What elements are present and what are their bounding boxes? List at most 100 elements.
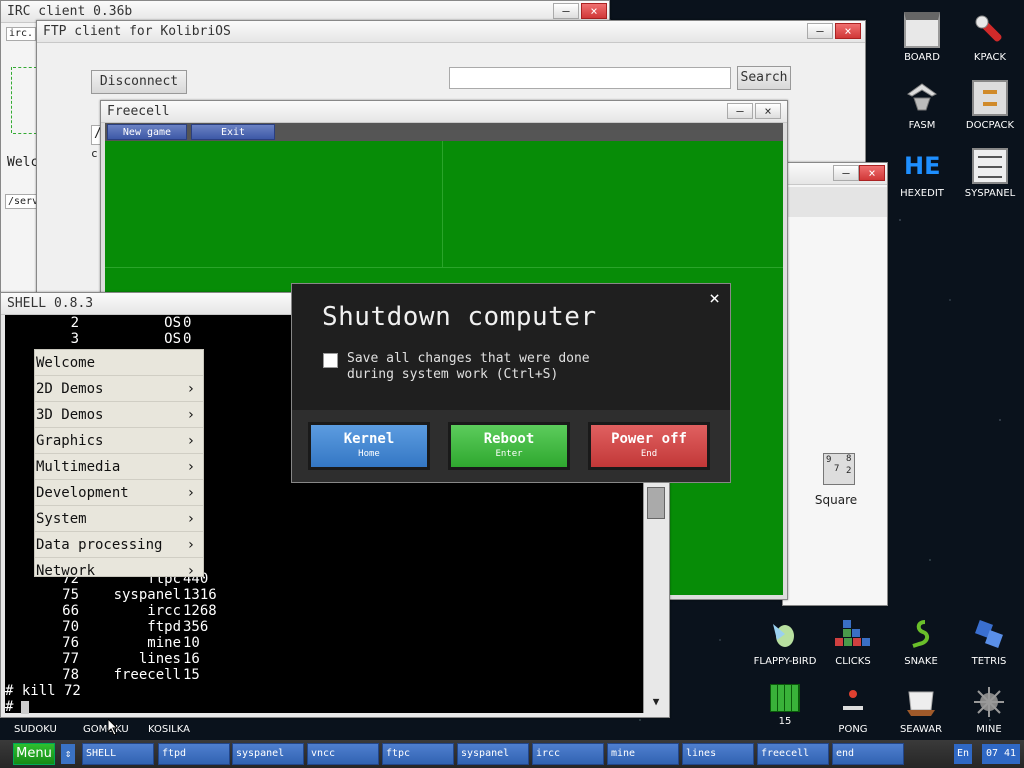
tetris-icon [971, 616, 1007, 652]
desktop-icon-tetris[interactable]: TETRIS [955, 616, 1023, 667]
fifteen-puzzle-icon [770, 684, 800, 712]
desktop-icon-flappy-bird[interactable]: FLAPPY-BIRD [751, 616, 819, 667]
minimize-button[interactable]: ‒ [553, 3, 579, 19]
desktop-icon-15[interactable]: 15 [751, 684, 819, 727]
desktop-icon-pong[interactable]: PONG [819, 684, 887, 735]
process-row: 70 ftpd 356 [62, 619, 209, 635]
clicks-icon [835, 616, 871, 652]
shell-title: SHELL 0.8.3 [7, 296, 94, 311]
save-changes-checkbox[interactable] [323, 353, 338, 368]
close-icon[interactable]: × [709, 288, 720, 309]
ftp-search-input[interactable] [449, 67, 731, 89]
chevron-right-icon: › [186, 537, 195, 553]
desktop-icon-gomoku[interactable]: GOMOKU [83, 724, 129, 735]
shutdown-dialog[interactable]: Shutdown computer × Save all changes tha… [291, 283, 731, 483]
reboot-button[interactable]: Reboot Enter [448, 422, 570, 470]
power-off-label: Power off [611, 431, 687, 447]
desktop-icon-board[interactable]: BOARD [888, 12, 956, 63]
taskbar-item-freecell[interactable]: freecell [757, 743, 829, 765]
minimize-button[interactable]: ‒ [807, 23, 833, 39]
chevron-right-icon: › [186, 381, 195, 397]
desktop-icon-mine[interactable]: MINE [955, 684, 1023, 735]
close-button[interactable]: × [835, 23, 861, 39]
kernel-label: Kernel [343, 431, 395, 447]
dialog-buttons: Kernel Home Reboot Enter Power off End [292, 410, 730, 482]
save-changes-label[interactable]: Save all changes that were done during s… [347, 351, 590, 383]
menu-item-3d-demos[interactable]: 3D Demos › [35, 402, 203, 428]
command-line: # kill 72 [5, 683, 81, 699]
scroll-down-icon[interactable]: ▼ [647, 693, 665, 711]
process-row: 3 OS 0 [70, 331, 192, 347]
menu-item-system[interactable]: System › [35, 506, 203, 532]
taskbar-item-mine[interactable]: mine [607, 743, 679, 765]
desktop-icon-sudoku[interactable]: SUDOKU [14, 724, 57, 735]
freecell-menubar: New game Exit [105, 123, 783, 141]
chevron-right-icon: › [186, 563, 195, 579]
scroll-thumb[interactable] [647, 487, 665, 519]
menu-button[interactable]: Menu [13, 743, 55, 765]
irc-title: IRC client 0.36b [7, 4, 133, 19]
language-indicator[interactable]: En [954, 744, 972, 764]
taskbar-item-end[interactable]: end [832, 743, 904, 765]
irc-dashed-line [13, 67, 37, 68]
desktop-icon-hexedit[interactable]: HE HEXEDIT [888, 148, 956, 199]
taskbar-item-ftpc[interactable]: ftpc [382, 743, 454, 765]
sudoku-icon[interactable]: 9 7 8 2 [823, 453, 855, 485]
kernel-key: Home [358, 449, 380, 459]
menu-item-multimedia[interactable]: Multimedia › [35, 454, 203, 480]
desktop-icon-clicks[interactable]: CLICKS [819, 616, 887, 667]
command-prompt[interactable]: # [5, 699, 225, 715]
taskbar-item-shell[interactable]: SHELL [82, 743, 154, 765]
freecell-titlebar[interactable]: Freecell [101, 101, 787, 123]
up-down-arrow-icon[interactable]: ⇕ [61, 744, 75, 764]
wrench-icon [972, 12, 1008, 48]
taskbar-item-syspanel-2[interactable]: syspanel [457, 743, 529, 765]
taskbar-item-ftpd[interactable]: ftpd [158, 743, 230, 765]
minimize-button[interactable]: ‒ [727, 103, 753, 119]
process-row: 66 ircc 1268 [62, 603, 217, 619]
menu-item-graphics[interactable]: Graphics › [35, 428, 203, 454]
close-button[interactable]: × [581, 3, 607, 19]
hexedit-icon: HE [904, 152, 941, 180]
ftp-titlebar[interactable]: FTP client for KolibriOS [37, 21, 865, 43]
menu-item-development[interactable]: Development › [35, 480, 203, 506]
reboot-label: Reboot [483, 431, 535, 447]
sliders-icon [972, 148, 1008, 184]
menu-item-2d-demos[interactable]: 2D Demos › [35, 376, 203, 402]
exit-button[interactable]: Exit [191, 124, 275, 140]
pong-icon [835, 684, 871, 720]
chevron-right-icon: › [186, 485, 195, 501]
ftp-search-button[interactable]: Search [737, 66, 791, 90]
mine-icon [971, 684, 1007, 720]
taskbar: Menu ⇕ SHELL ftpd syspanel vncc ftpc sys… [0, 740, 1024, 768]
clock[interactable]: 07 41 [982, 744, 1020, 764]
syspanel-window[interactable]: ‒ × 9 7 8 2 Square [782, 162, 888, 606]
taskbar-item-lines[interactable]: lines [682, 743, 754, 765]
power-off-button[interactable]: Power off End [588, 422, 710, 470]
irc-server-field[interactable]: irc. [6, 27, 36, 41]
syspanel-toolbar [783, 187, 887, 217]
menu-item-network[interactable]: Network › [35, 558, 203, 584]
minimize-button[interactable]: ‒ [833, 165, 859, 181]
desktop-icon-docpack[interactable]: DOCPACK [956, 80, 1024, 131]
desktop-icon-syspanel[interactable]: SYSPANEL [956, 148, 1024, 199]
menu-item-data-processing[interactable]: Data processing › [35, 532, 203, 558]
desktop-icon-fasm[interactable]: FASM [888, 80, 956, 131]
menu-item-welcome[interactable]: Welcome [35, 350, 203, 376]
taskbar-item-vncc[interactable]: vncc [307, 743, 379, 765]
desktop-icon-kosilka[interactable]: KOSILKA [148, 724, 190, 735]
divider [105, 267, 783, 268]
text-cursor [21, 700, 30, 714]
close-button[interactable]: × [859, 165, 885, 181]
start-menu[interactable]: Welcome 2D Demos › 3D Demos › Graphics › Mu… [34, 349, 204, 579]
desktop-icon-kpack[interactable]: KPACK [956, 12, 1024, 63]
new-game-button[interactable]: New game [107, 124, 187, 140]
desktop-icon-snake[interactable]: SNAKE [887, 616, 955, 667]
disconnect-button[interactable]: Disconnect [91, 70, 187, 94]
close-button[interactable]: × [755, 103, 781, 119]
taskbar-item-syspanel[interactable]: syspanel [232, 743, 304, 765]
desktop-icon-seawar[interactable]: SEAWAR [887, 684, 955, 735]
irc-command-input[interactable]: /serv [5, 194, 38, 209]
kernel-button[interactable]: Kernel Home [308, 422, 430, 470]
taskbar-item-ircc[interactable]: ircc [532, 743, 604, 765]
